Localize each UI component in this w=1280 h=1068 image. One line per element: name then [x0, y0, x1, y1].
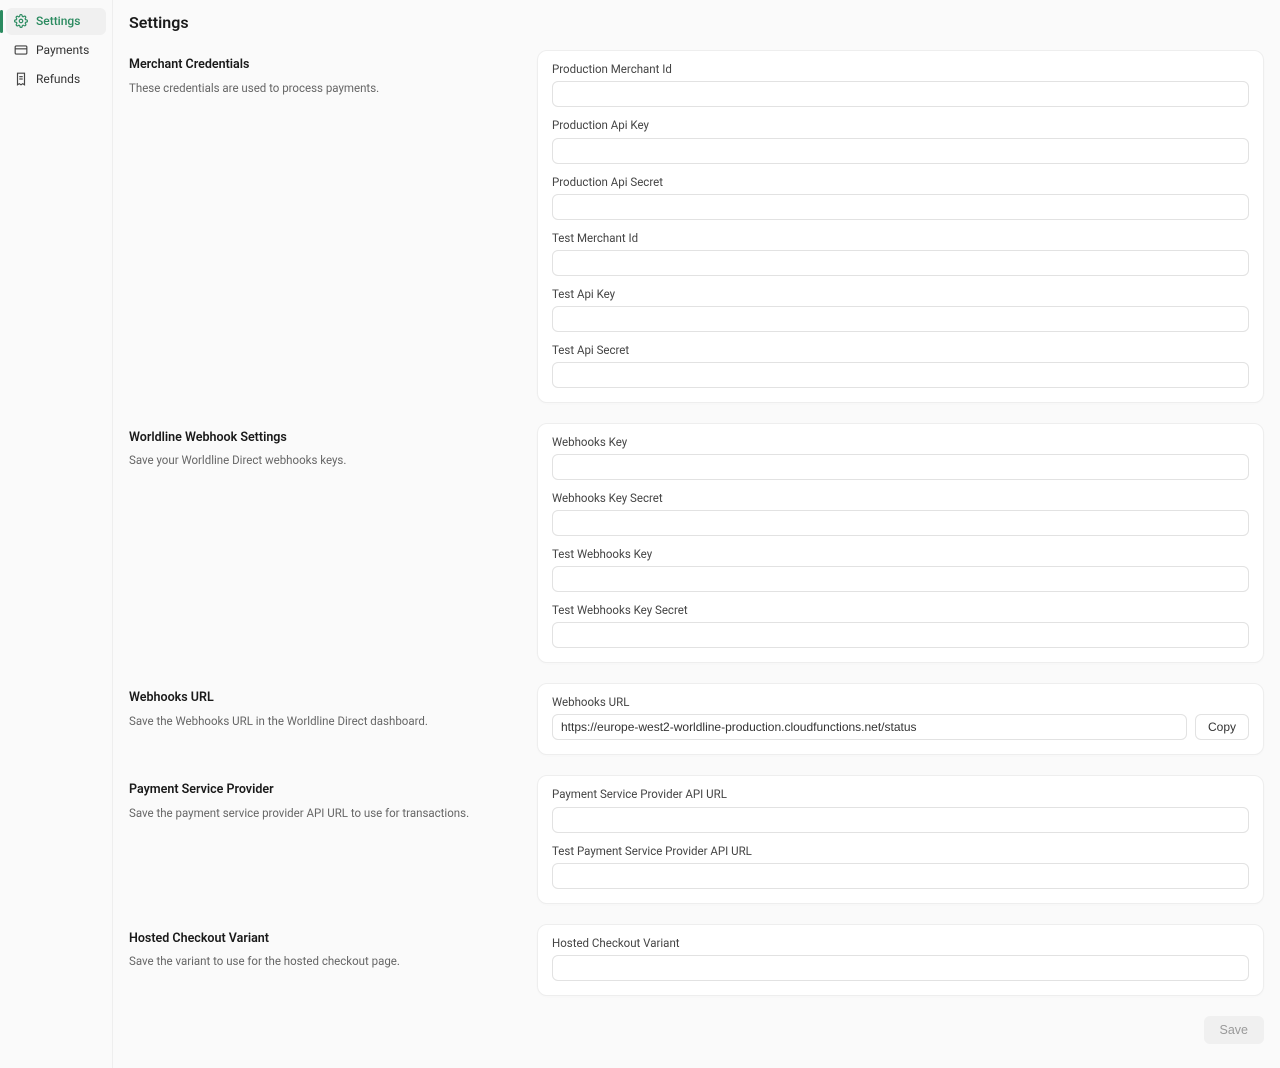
card-webhooks-url: Webhooks URL Copy	[537, 683, 1264, 755]
section-title: Webhooks URL	[129, 689, 521, 707]
test-webhooks-key-secret-input[interactable]	[552, 622, 1249, 648]
main-content: Settings Merchant Credentials These cred…	[113, 0, 1280, 1068]
section-webhooks-url: Webhooks URL Save the Webhooks URL in th…	[129, 683, 1264, 755]
card-hosted-checkout: Hosted Checkout Variant	[537, 924, 1264, 996]
sidebar-item-label: Payments	[36, 42, 89, 59]
psp-api-url-input[interactable]	[552, 807, 1249, 833]
hosted-checkout-variant-input[interactable]	[552, 955, 1249, 981]
field-label: Hosted Checkout Variant	[552, 935, 1249, 951]
test-psp-api-url-input[interactable]	[552, 863, 1249, 889]
field-label: Test Api Key	[552, 286, 1249, 302]
test-merchant-id-input[interactable]	[552, 250, 1249, 276]
section-psp: Payment Service Provider Save the paymen…	[129, 775, 1264, 903]
card-psp: Payment Service Provider API URL Test Pa…	[537, 775, 1264, 903]
gear-icon	[14, 14, 28, 28]
field-label: Production Api Key	[552, 117, 1249, 133]
section-desc: Save the variant to use for the hosted c…	[129, 953, 521, 969]
field-label: Test Api Secret	[552, 342, 1249, 358]
section-desc: These credentials are used to process pa…	[129, 80, 521, 96]
sidebar-item-label: Refunds	[36, 71, 80, 88]
save-row: Save	[129, 1016, 1264, 1044]
card-webhook-settings: Webhooks Key Webhooks Key Secret Test We…	[537, 423, 1264, 663]
test-webhooks-key-input[interactable]	[552, 566, 1249, 592]
sidebar-item-label: Settings	[36, 13, 80, 30]
section-title: Hosted Checkout Variant	[129, 930, 521, 948]
section-desc: Save the Webhooks URL in the Worldline D…	[129, 713, 521, 729]
section-title: Merchant Credentials	[129, 56, 521, 74]
sidebar: Settings Payments Refunds	[0, 0, 113, 1068]
card-icon	[14, 43, 28, 57]
page-title: Settings	[129, 12, 1264, 34]
section-merchant-credentials: Merchant Credentials These credentials a…	[129, 50, 1264, 403]
test-api-secret-input[interactable]	[552, 362, 1249, 388]
field-label: Payment Service Provider API URL	[552, 786, 1249, 802]
section-desc: Save the payment service provider API UR…	[129, 805, 521, 821]
copy-button[interactable]: Copy	[1195, 714, 1249, 740]
receipt-icon	[14, 72, 28, 86]
card-merchant-credentials: Production Merchant Id Production Api Ke…	[537, 50, 1264, 403]
field-label: Production Merchant Id	[552, 61, 1249, 77]
field-label: Webhooks Key	[552, 434, 1249, 450]
field-label: Webhooks URL	[552, 694, 1249, 710]
webhooks-key-secret-input[interactable]	[552, 510, 1249, 536]
section-webhook-settings: Worldline Webhook Settings Save your Wor…	[129, 423, 1264, 663]
sidebar-item-refunds[interactable]: Refunds	[6, 66, 106, 93]
field-label: Test Webhooks Key Secret	[552, 602, 1249, 618]
production-api-secret-input[interactable]	[552, 194, 1249, 220]
webhooks-url-input[interactable]	[552, 714, 1187, 740]
field-label: Webhooks Key Secret	[552, 490, 1249, 506]
field-label: Production Api Secret	[552, 174, 1249, 190]
section-desc: Save your Worldline Direct webhooks keys…	[129, 452, 521, 468]
field-label: Test Merchant Id	[552, 230, 1249, 246]
production-api-key-input[interactable]	[552, 138, 1249, 164]
section-hosted-checkout: Hosted Checkout Variant Save the variant…	[129, 924, 1264, 996]
section-title: Worldline Webhook Settings	[129, 429, 521, 447]
webhooks-key-input[interactable]	[552, 454, 1249, 480]
test-api-key-input[interactable]	[552, 306, 1249, 332]
field-label: Test Payment Service Provider API URL	[552, 843, 1249, 859]
sidebar-item-payments[interactable]: Payments	[6, 37, 106, 64]
save-button[interactable]: Save	[1204, 1016, 1265, 1044]
production-merchant-id-input[interactable]	[552, 81, 1249, 107]
field-label: Test Webhooks Key	[552, 546, 1249, 562]
sidebar-item-settings[interactable]: Settings	[6, 8, 106, 35]
section-title: Payment Service Provider	[129, 781, 521, 799]
